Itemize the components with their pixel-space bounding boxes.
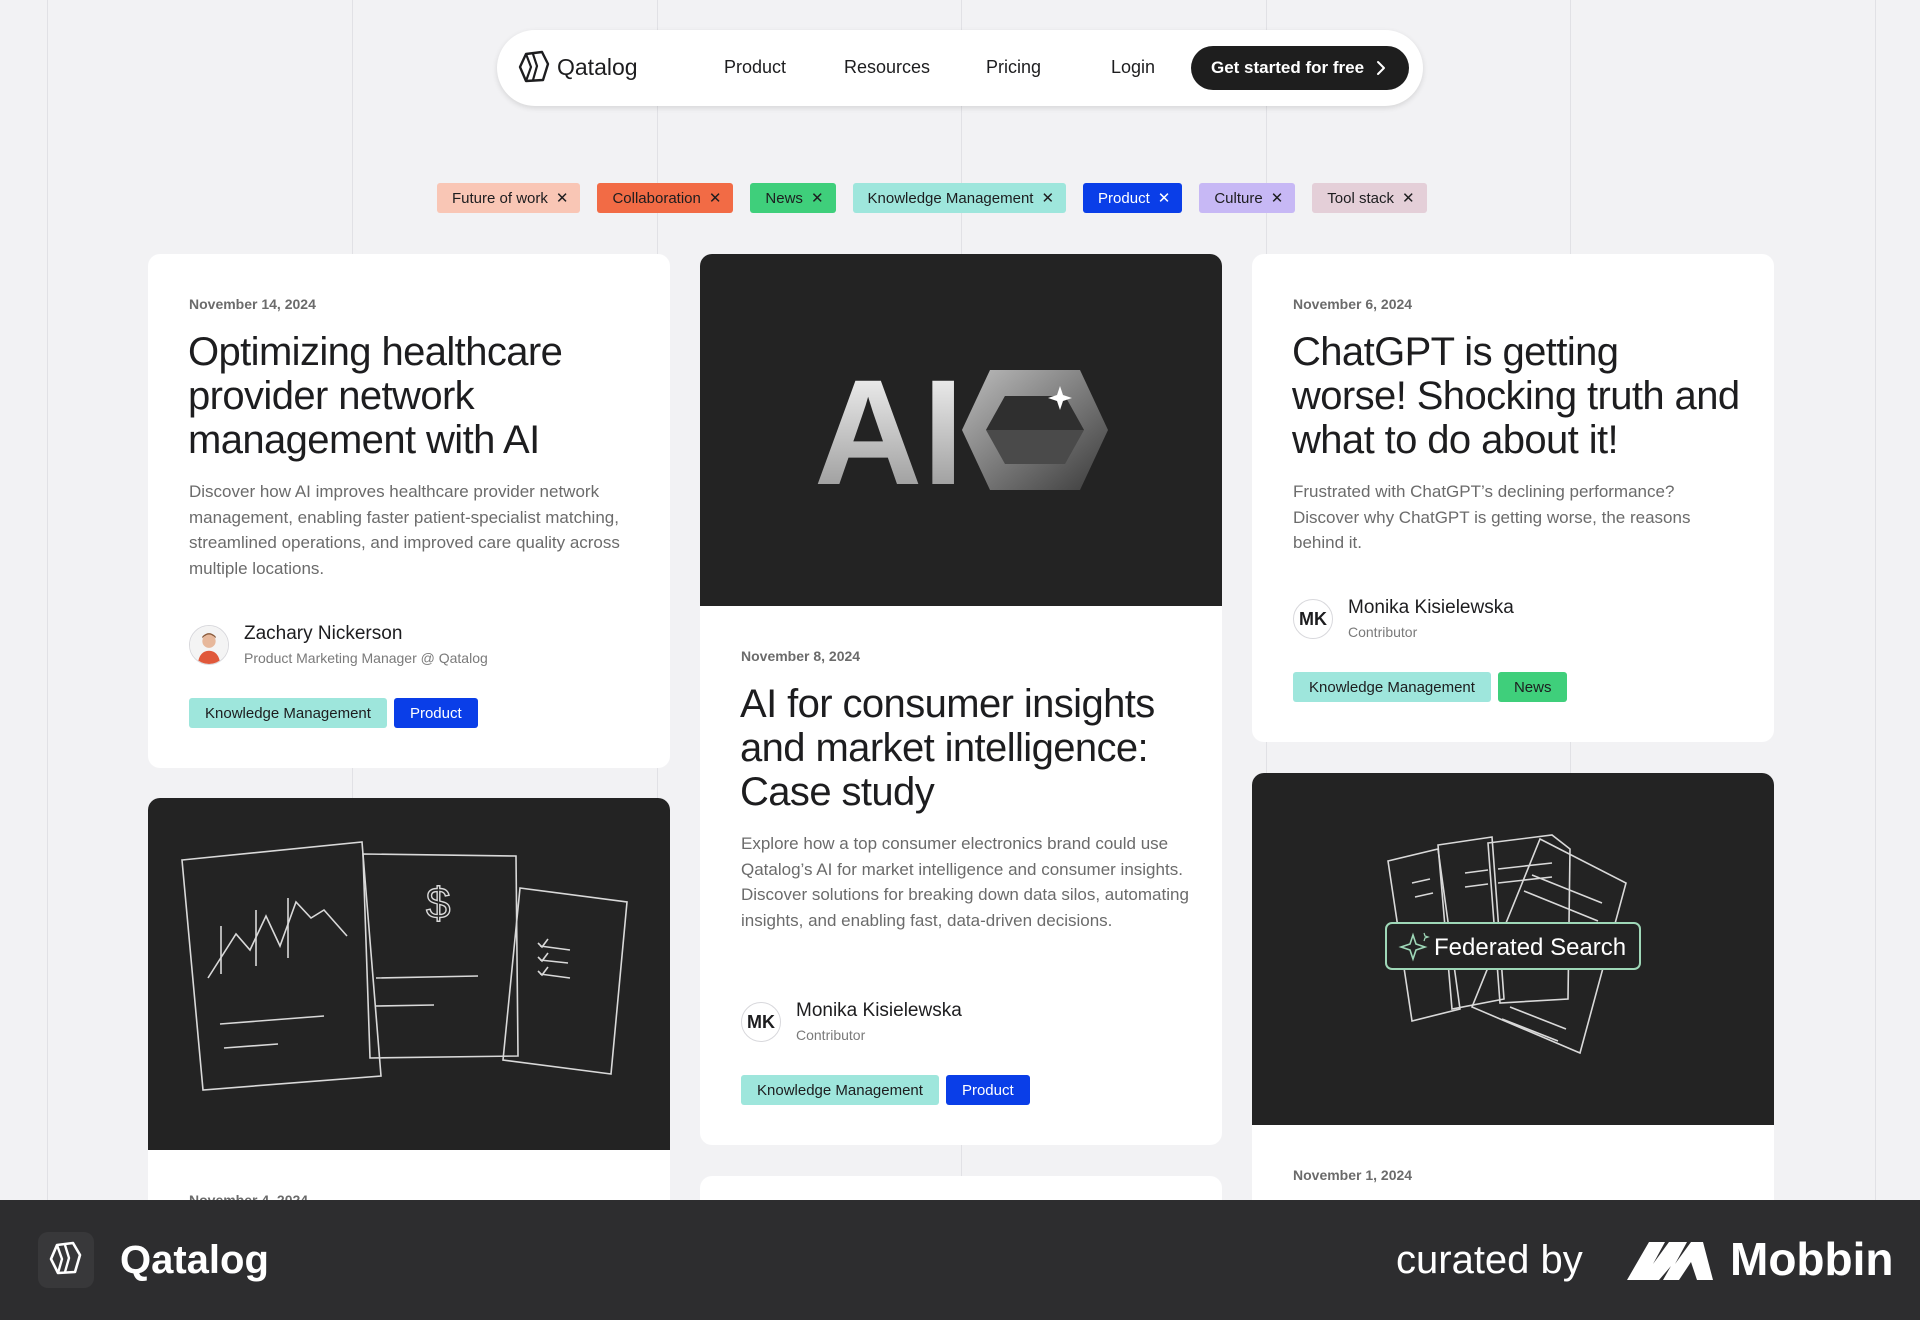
remove-icon[interactable]: ✕ <box>811 191 824 206</box>
mobbin-logo-icon <box>1627 1242 1713 1280</box>
article-card[interactable]: Federated Search November 1, 2024 <box>1252 773 1774 1218</box>
filter-collaboration[interactable]: Collaboration ✕ <box>597 183 734 213</box>
author-role: Contributor <box>796 1027 866 1043</box>
article-title[interactable]: Optimizing healthcare provider network m… <box>188 330 608 462</box>
curated-footer: Qatalog curated by Mobbin <box>0 1200 1920 1320</box>
qatalog-logo-icon[interactable] <box>517 50 551 84</box>
article-date: November 1, 2024 <box>1293 1167 1413 1183</box>
filter-future-of-work[interactable]: Future of work ✕ <box>437 183 581 213</box>
article-card[interactable]: November 14, 2024 Optimizing healthcare … <box>148 254 670 768</box>
author-role: Contributor <box>1348 624 1418 640</box>
filter-chips: Future of work ✕ Collaboration ✕ News ✕ Kno… <box>437 183 1427 213</box>
filter-tool-stack[interactable]: Tool stack ✕ <box>1312 183 1427 213</box>
footer-brand-name: Qatalog <box>120 1238 269 1282</box>
tag-product[interactable]: Product <box>945 1075 1030 1105</box>
tag-news[interactable]: News <box>1497 672 1568 702</box>
author-name[interactable]: Monika Kisielewska <box>796 1000 962 1022</box>
nav-link-resources[interactable]: Resources <box>844 57 930 78</box>
tag-product[interactable]: Product <box>393 698 478 728</box>
nav-link-login[interactable]: Login <box>1111 57 1155 78</box>
filter-label: Tool stack <box>1327 189 1394 207</box>
author-role: Product Marketing Manager @ Qatalog <box>244 650 488 666</box>
author-name[interactable]: Monika Kisielewska <box>1348 597 1514 619</box>
avatar: MK <box>1293 599 1333 639</box>
filter-label: Collaboration <box>612 189 701 207</box>
filter-knowledge-management[interactable]: Knowledge Management ✕ <box>852 183 1067 213</box>
avatar <box>189 625 229 665</box>
brand-name[interactable]: Qatalog <box>557 54 638 81</box>
footer-logo <box>38 1232 94 1288</box>
article-card[interactable]: November 6, 2024 ChatGPT is getting wors… <box>1252 254 1774 742</box>
article-card[interactable]: $ November 4, 2024 <box>148 798 670 1218</box>
nav-link-pricing[interactable]: Pricing <box>986 57 1041 78</box>
article-date: November 6, 2024 <box>1293 296 1413 312</box>
article-image[interactable]: Federated Search <box>1252 773 1774 1125</box>
remove-icon[interactable]: ✕ <box>1402 191 1415 206</box>
article-date: November 14, 2024 <box>189 296 316 312</box>
get-started-button[interactable]: Get started for free <box>1191 46 1409 90</box>
article-excerpt: Explore how a top consumer electronics b… <box>741 834 1189 930</box>
filter-product[interactable]: Product ✕ <box>1083 183 1183 213</box>
federated-search-illustration: Federated Search <box>1385 834 1641 1055</box>
filter-label: Culture <box>1214 189 1263 207</box>
nav-link-product[interactable]: Product <box>724 57 786 78</box>
finance-documents-illustration: $ <box>181 841 628 1091</box>
ai-text: AI <box>814 348 964 516</box>
curated-by-label: curated by <box>1396 1238 1583 1282</box>
filter-label: Knowledge Management <box>867 189 1034 207</box>
qatalog-logo-icon <box>49 1241 82 1275</box>
article-title[interactable]: AI for consumer insights and market inte… <box>740 682 1190 814</box>
remove-icon[interactable]: ✕ <box>1271 191 1284 206</box>
avatar: MK <box>741 1002 781 1042</box>
filter-label: News <box>765 189 803 207</box>
ai-gem-illustration: AI <box>814 348 1108 516</box>
tag-knowledge-management[interactable]: Knowledge Management <box>1293 672 1491 702</box>
tag-knowledge-management[interactable]: Knowledge Management <box>741 1075 939 1105</box>
remove-icon[interactable]: ✕ <box>1041 191 1054 206</box>
tag-list: Knowledge Management News <box>1293 672 1568 702</box>
remove-icon[interactable]: ✕ <box>556 191 569 206</box>
tag-list: Knowledge Management Product <box>189 698 478 728</box>
remove-icon[interactable]: ✕ <box>709 191 722 206</box>
chevron-right-icon <box>1377 61 1385 75</box>
author-photo-icon <box>190 626 228 664</box>
filter-label: Product <box>1098 189 1150 207</box>
author-name[interactable]: Zachary Nickerson <box>244 623 402 645</box>
article-image[interactable]: AI <box>700 254 1222 606</box>
federated-search-label: Federated Search <box>1434 934 1626 961</box>
top-nav: Qatalog Product Resources Pricing Login … <box>497 30 1423 106</box>
filter-culture[interactable]: Culture ✕ <box>1199 183 1296 213</box>
filter-news[interactable]: News ✕ <box>750 183 836 213</box>
article-card[interactable]: AI November 8, 2024 AI for consumer insi… <box>700 254 1222 1145</box>
tag-list: Knowledge Management Product <box>741 1075 1030 1105</box>
filter-label: Future of work <box>452 189 548 207</box>
mobbin-wordmark: Mobbin <box>1730 1233 1894 1285</box>
article-excerpt: Frustrated with ChatGPT’s declining perf… <box>1293 482 1691 552</box>
get-started-label: Get started for free <box>1211 58 1365 77</box>
remove-icon[interactable]: ✕ <box>1158 191 1171 206</box>
article-image[interactable]: $ <box>148 798 670 1150</box>
article-date: November 8, 2024 <box>741 648 861 664</box>
svg-text:$: $ <box>426 879 450 928</box>
tag-knowledge-management[interactable]: Knowledge Management <box>189 698 387 728</box>
article-title[interactable]: ChatGPT is getting worse! Shocking truth… <box>1292 330 1742 462</box>
article-excerpt: Discover how AI improves healthcare prov… <box>189 482 620 578</box>
